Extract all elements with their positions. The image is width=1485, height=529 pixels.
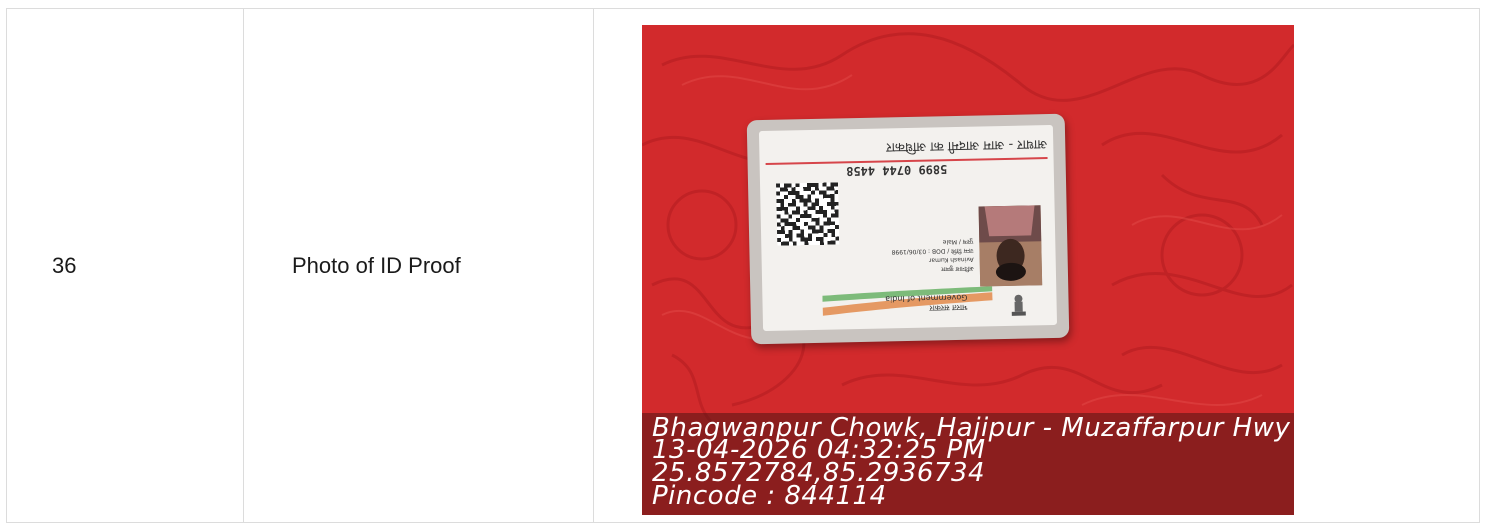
- card-header-text: आधार - आम आदमी का अधिकार: [886, 136, 1048, 155]
- photo-cell: आधार - आम आदमी का अधिकार 5899 0744 4458: [594, 9, 1479, 522]
- card-number: 5899 0744 4458: [846, 162, 948, 179]
- portrait-photo: [978, 205, 1043, 287]
- label-cell: Photo of ID Proof: [244, 9, 594, 522]
- field-label: Photo of ID Proof: [292, 252, 461, 278]
- aadhaar-card: आधार - आम आदमी का अधिकार 5899 0744 4458: [746, 113, 1070, 345]
- card-face: आधार - आम आदमी का अधिकार 5899 0744 4458: [758, 124, 1058, 332]
- data-table-row: 36 Photo of ID Proof आधार - आम आदमी का अ…: [6, 8, 1480, 523]
- pincode-text: Pincode : 844114: [652, 481, 887, 511]
- serial-number: 36: [52, 252, 77, 278]
- geotag-overlay: Bhagwanpur Chowk, Hajipur - Muzaffarpur …: [642, 413, 1294, 515]
- serial-cell: 36: [7, 9, 244, 522]
- government-of-india-text: भारत सरकार Government of India: [857, 293, 968, 315]
- id-proof-photo[interactable]: आधार - आम आदमी का अधिकार 5899 0744 4458: [642, 25, 1294, 515]
- card-holder-details: अविनाश कुमार Avinash Kumar जन्म तिथि / D…: [861, 237, 974, 275]
- gov-hindi: भारत सरकार: [929, 302, 968, 313]
- emblem-icon: [1011, 294, 1026, 316]
- qr-code-icon: [776, 182, 840, 246]
